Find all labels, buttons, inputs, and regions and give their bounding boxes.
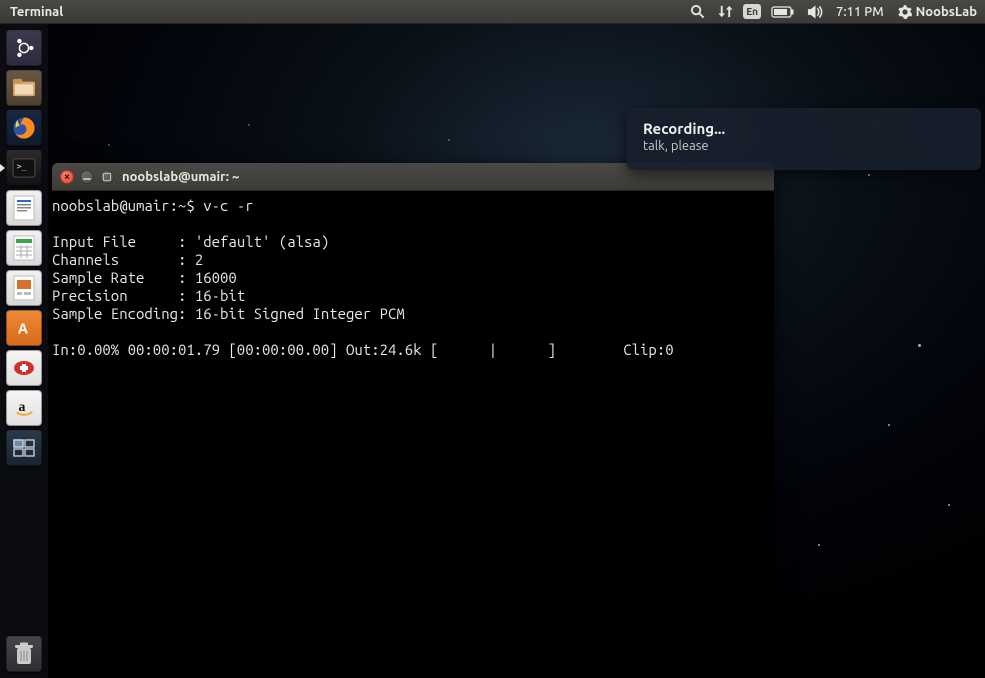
window-controls — [60, 170, 114, 184]
output-channels-value: 2 — [195, 251, 203, 268]
launcher: >_ A a — [0, 24, 48, 678]
impress-icon[interactable] — [6, 270, 42, 306]
battery-icon[interactable] — [765, 0, 801, 24]
network-icon[interactable] — [711, 0, 739, 24]
output-sample-rate-label: Sample Rate — [52, 269, 144, 286]
search-icon[interactable] — [684, 0, 711, 24]
utility-icon[interactable] — [6, 350, 42, 386]
minimize-button[interactable] — [80, 170, 94, 184]
notification-bubble[interactable]: Recording... talk, please — [627, 108, 981, 170]
prompt-symbol: $ — [186, 197, 194, 214]
svg-text:A: A — [18, 322, 29, 338]
output-input-file-label: Input File — [52, 233, 136, 250]
output-encoding-label: Sample Encoding — [52, 305, 178, 322]
terminal-output[interactable]: noobslab@umair:~$ v-c -r Input File : 'd… — [52, 191, 774, 660]
amazon-icon[interactable]: a — [6, 390, 42, 426]
dash-icon[interactable] — [6, 30, 42, 66]
firefox-icon[interactable] — [6, 110, 42, 146]
terminal-icon[interactable]: >_ — [6, 150, 42, 186]
svg-text:>_: >_ — [17, 161, 27, 171]
output-progress: In:0.00% 00:00:01.79 [00:00:00.00] Out:2… — [52, 341, 674, 358]
notification-body: talk, please — [643, 139, 965, 153]
username-label: NoobsLab — [916, 5, 977, 19]
trash-icon[interactable] — [6, 636, 42, 672]
output-channels-label: Channels — [52, 251, 119, 268]
terminal-window[interactable]: noobslab@umair: ~ noobslab@umair:~$ v-c … — [52, 163, 774, 660]
notification-title: Recording... — [643, 120, 965, 137]
output-precision-value: 16-bit — [195, 287, 245, 304]
svg-text:a: a — [19, 399, 26, 414]
window-title: noobslab@umair: ~ — [122, 170, 239, 184]
close-button[interactable] — [60, 170, 74, 184]
keyboard-indicator[interactable]: En — [743, 4, 761, 19]
output-encoding-value: 16-bit Signed Integer PCM — [195, 305, 405, 322]
output-input-file-value: 'default' (alsa) — [195, 233, 329, 250]
session-menu[interactable]: NoobsLab — [890, 5, 985, 19]
software-center-icon[interactable]: A — [6, 310, 42, 346]
files-icon[interactable] — [6, 70, 42, 106]
gear-icon — [898, 5, 912, 19]
command-text: v-c -r — [203, 197, 253, 214]
top-panel: Terminal En 7:11 PM NoobsLab — [0, 0, 985, 24]
prompt-user: noobslab@umair — [52, 197, 170, 214]
calc-icon[interactable] — [6, 230, 42, 266]
maximize-button[interactable] — [100, 170, 114, 184]
output-precision-label: Precision — [52, 287, 128, 304]
active-app-title[interactable]: Terminal — [0, 5, 73, 19]
writer-icon[interactable] — [6, 190, 42, 226]
clock[interactable]: 7:11 PM — [830, 0, 890, 24]
workspace-switcher-icon[interactable] — [6, 430, 42, 466]
output-sample-rate-value: 16000 — [195, 269, 237, 286]
running-indicator-icon — [0, 164, 5, 172]
volume-icon[interactable] — [801, 0, 830, 24]
